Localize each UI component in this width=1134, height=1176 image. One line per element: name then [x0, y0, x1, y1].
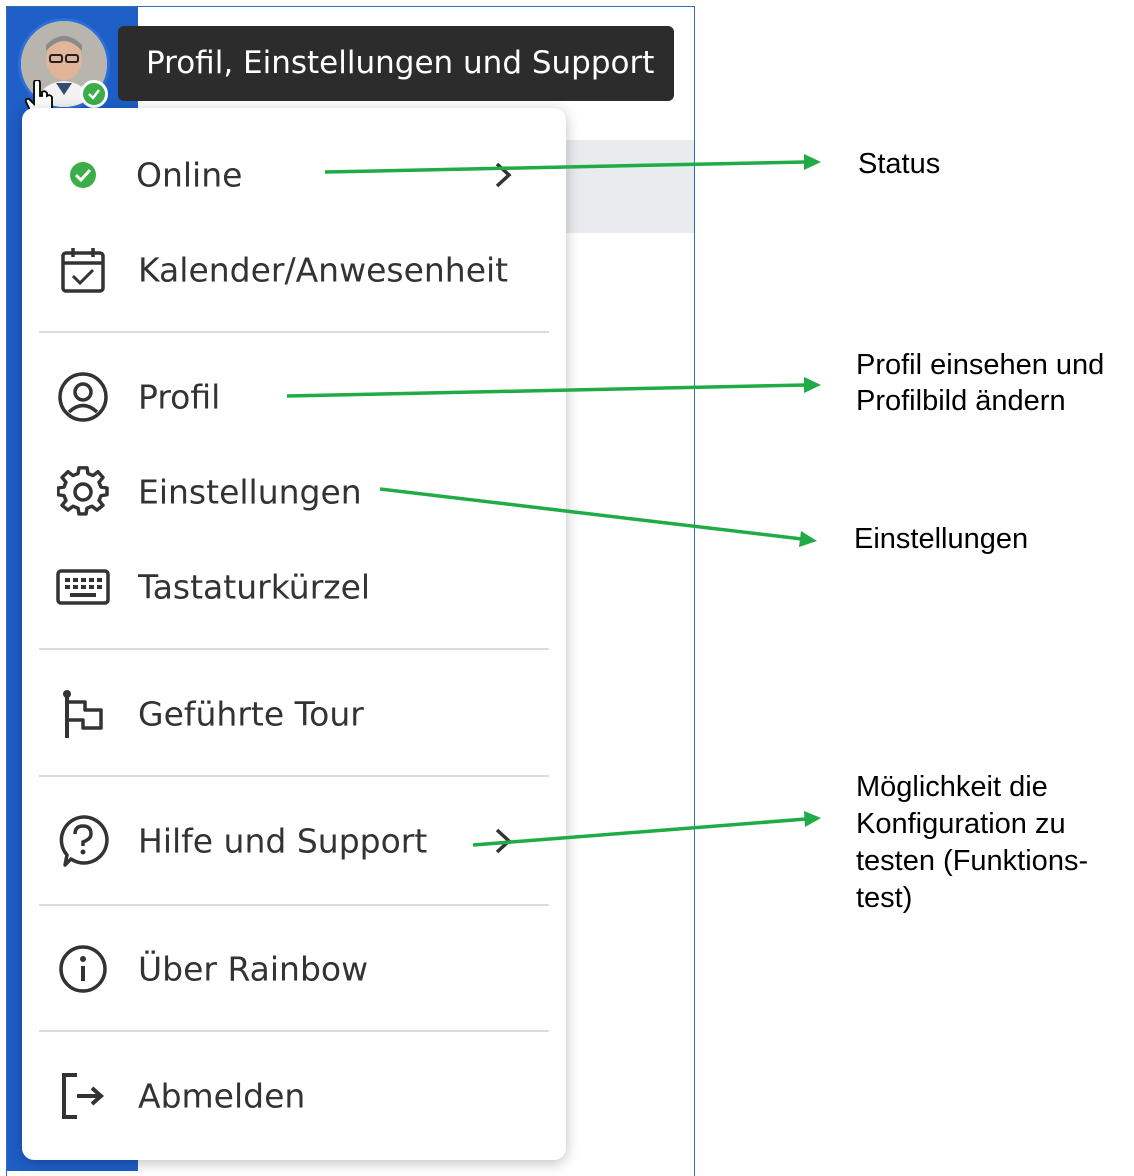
logout-icon [56, 1069, 110, 1123]
menu-item-label: Geführte Tour [138, 694, 364, 734]
menu-divider [39, 904, 549, 906]
menu-divider [39, 1030, 549, 1032]
menu-item-label: Einstellungen [138, 472, 362, 512]
annotation-help-line3: testen (Funktions- [856, 845, 1089, 877]
menu-item-label: Tastaturkürzel [138, 567, 371, 607]
menu-item-label: Abmelden [138, 1076, 306, 1116]
menu-item-label: Kalender/Anwesenheit [138, 250, 509, 290]
menu-item-help[interactable]: Hilfe und Support [22, 796, 566, 886]
status-online-icon [56, 148, 110, 202]
help-bubble-icon [56, 814, 110, 868]
menu-item-settings[interactable]: Einstellungen [22, 447, 566, 537]
chevron-right-icon [495, 828, 512, 854]
gear-icon [56, 465, 110, 519]
check-icon [88, 89, 100, 100]
annotation-help-line1: Möglichkeit die [856, 771, 1048, 803]
profile-menu: Online Kalender/Anwesenheit Profil Einst… [22, 108, 566, 1160]
annotation-profile-line2: Profilbild ändern [856, 385, 1066, 417]
menu-item-calendar[interactable]: Kalender/Anwesenheit [22, 225, 566, 315]
flag-icon [56, 687, 110, 741]
chevron-right-icon [495, 162, 512, 188]
annotation-profile-line1: Profil einsehen und [856, 349, 1105, 381]
tooltip: Profil, Einstellungen und Support [118, 26, 674, 101]
menu-item-about[interactable]: Über Rainbow [22, 924, 566, 1014]
menu-item-shortcuts[interactable]: Tastaturkürzel [22, 542, 566, 632]
menu-item-profile[interactable]: Profil [22, 352, 566, 442]
menu-item-logout[interactable]: Abmelden [22, 1051, 566, 1141]
annotation-status: Status [858, 148, 941, 180]
online-status-badge [80, 80, 108, 108]
annotation-settings: Einstellungen [854, 523, 1029, 555]
menu-item-online[interactable]: Online [22, 130, 566, 220]
annotation-help-line2: Konfiguration zu [856, 808, 1066, 840]
menu-divider [39, 331, 549, 333]
calendar-check-icon [56, 243, 110, 297]
background-selected-row [560, 140, 694, 233]
menu-item-label: Über Rainbow [138, 949, 369, 989]
menu-item-label: Hilfe und Support [138, 821, 428, 861]
menu-item-label: Profil [138, 377, 221, 417]
menu-item-tour[interactable]: Geführte Tour [22, 669, 566, 759]
info-icon [56, 942, 110, 996]
menu-divider [39, 648, 549, 650]
user-circle-icon [56, 370, 110, 424]
menu-item-label: Online [136, 155, 243, 195]
keyboard-icon [56, 560, 110, 614]
annotation-help-line4: test) [856, 882, 913, 914]
menu-divider [39, 775, 549, 777]
